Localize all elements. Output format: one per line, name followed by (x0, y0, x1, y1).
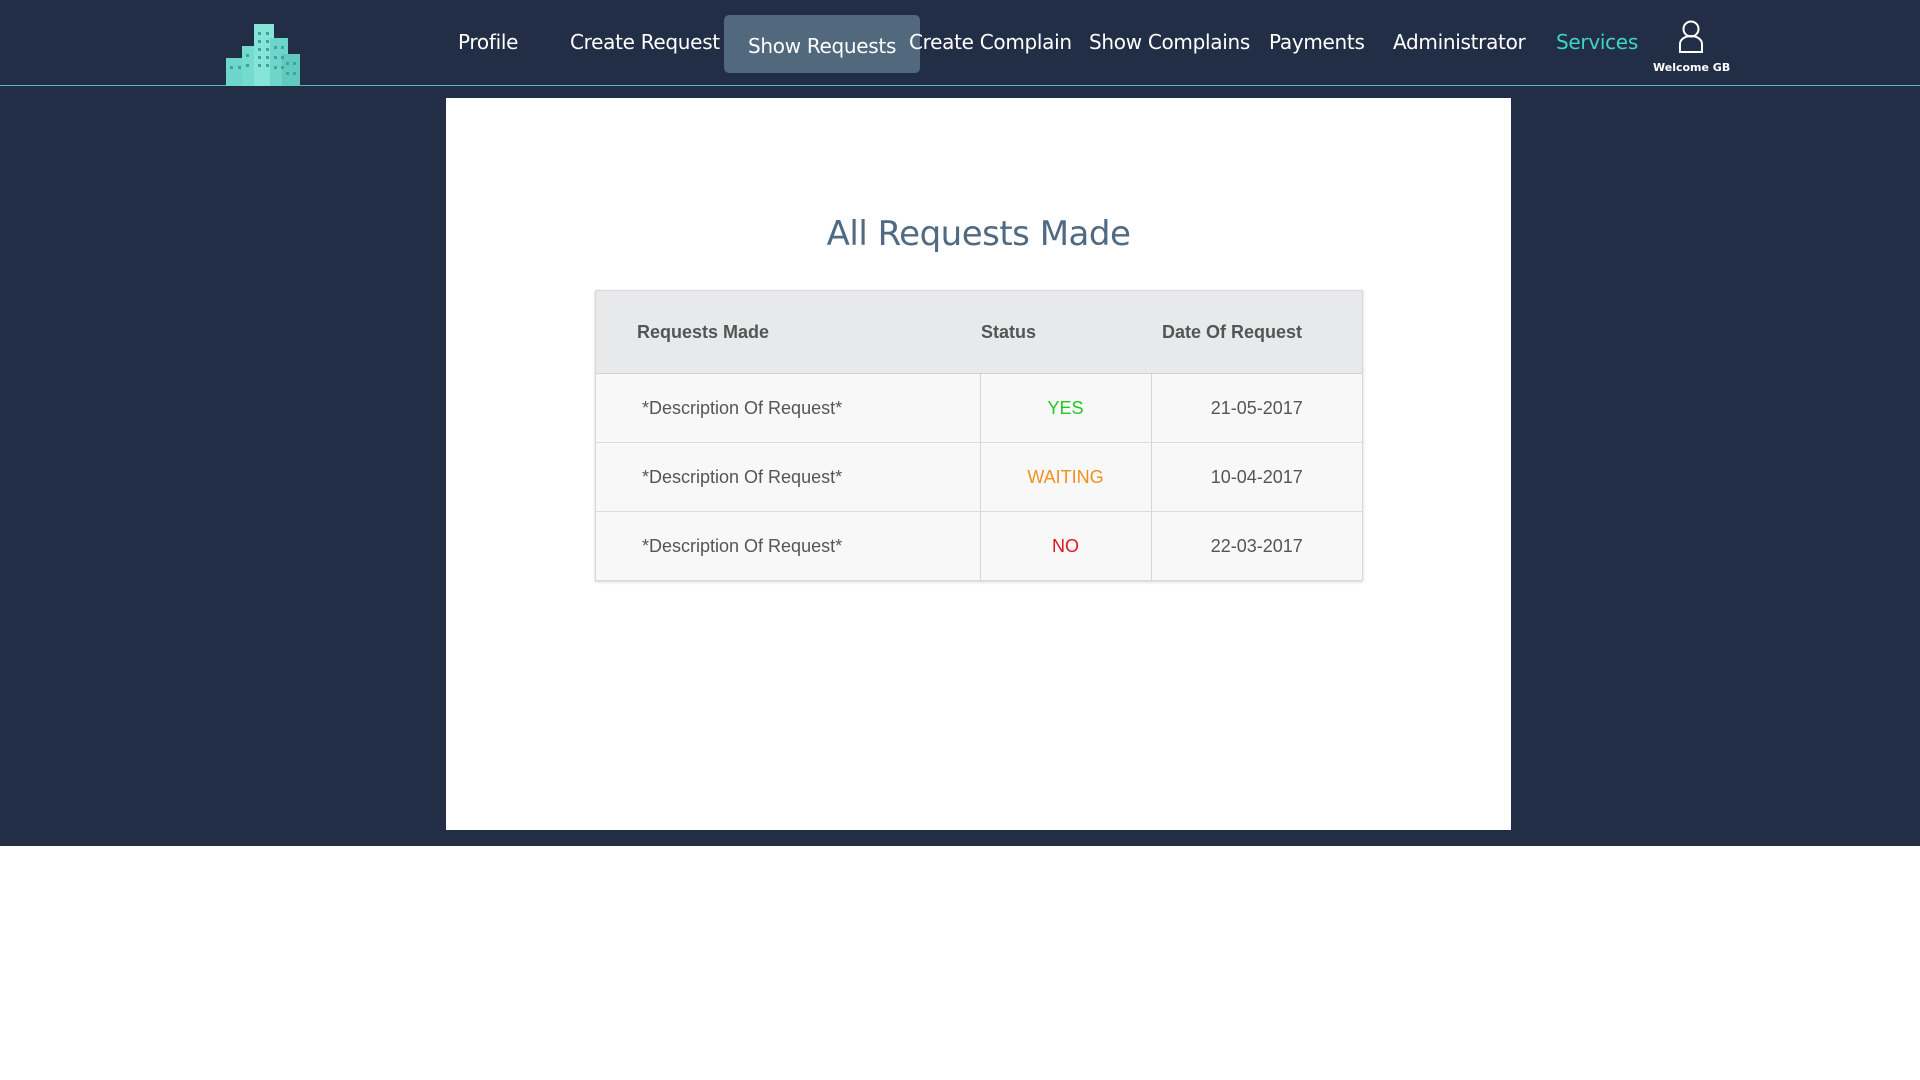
user-icon (1653, 20, 1729, 58)
column-header-requests: Requests Made (596, 291, 980, 374)
request-description: *Description Of Request* (596, 373, 981, 443)
app-background: Profile Create Request Show Requests Cre… (0, 0, 1920, 846)
user-menu[interactable]: Welcome GB (1653, 20, 1731, 74)
table-header-row: Requests Made Status Date Of Request (596, 291, 1362, 374)
requests-table: Requests Made Status Date Of Request *De… (595, 290, 1363, 581)
nav-administrator[interactable]: Administrator (1393, 30, 1526, 54)
request-date: 22-03-2017 (1210, 535, 1303, 556)
table-row[interactable]: *Description Of Request* YES 21-05-2017 (596, 373, 1362, 443)
nav-create-request[interactable]: Create Request (570, 30, 720, 54)
status-yes: YES (980, 373, 1152, 443)
nav-create-complain[interactable]: Create Complain (909, 30, 1072, 54)
request-description: *Description Of Request* (596, 511, 981, 580)
table-row[interactable]: *Description Of Request* WAITING 10-04-2… (596, 442, 1362, 512)
request-date: 21-05-2017 (1151, 373, 1362, 443)
column-header-status: Status (980, 291, 1151, 374)
request-description: *Description Of Request* (596, 442, 981, 512)
status-waiting: WAITING (980, 442, 1152, 512)
nav-show-complains[interactable]: Show Complains (1089, 30, 1250, 54)
nav-profile[interactable]: Profile (458, 30, 518, 54)
table-row[interactable]: *Description Of Request* NO 22-03-2017 (596, 511, 1362, 580)
nav-show-requests[interactable]: Show Requests (724, 15, 921, 73)
nav-payments[interactable]: Payments (1269, 30, 1365, 54)
nav-services[interactable]: Services (1556, 30, 1638, 54)
buildings-logo-icon[interactable] (218, 18, 314, 88)
column-header-date: Date Of Request (1151, 291, 1362, 374)
top-navbar: Profile Create Request Show Requests Cre… (0, 0, 1920, 86)
status-no: NO (980, 511, 1152, 580)
content-card: All Requests Made Requests Made Status D… (446, 98, 1511, 830)
page-title: All Requests Made (826, 214, 1131, 254)
request-date: 10-04-2017 (1151, 442, 1362, 512)
welcome-text: Welcome GB (1653, 61, 1731, 74)
